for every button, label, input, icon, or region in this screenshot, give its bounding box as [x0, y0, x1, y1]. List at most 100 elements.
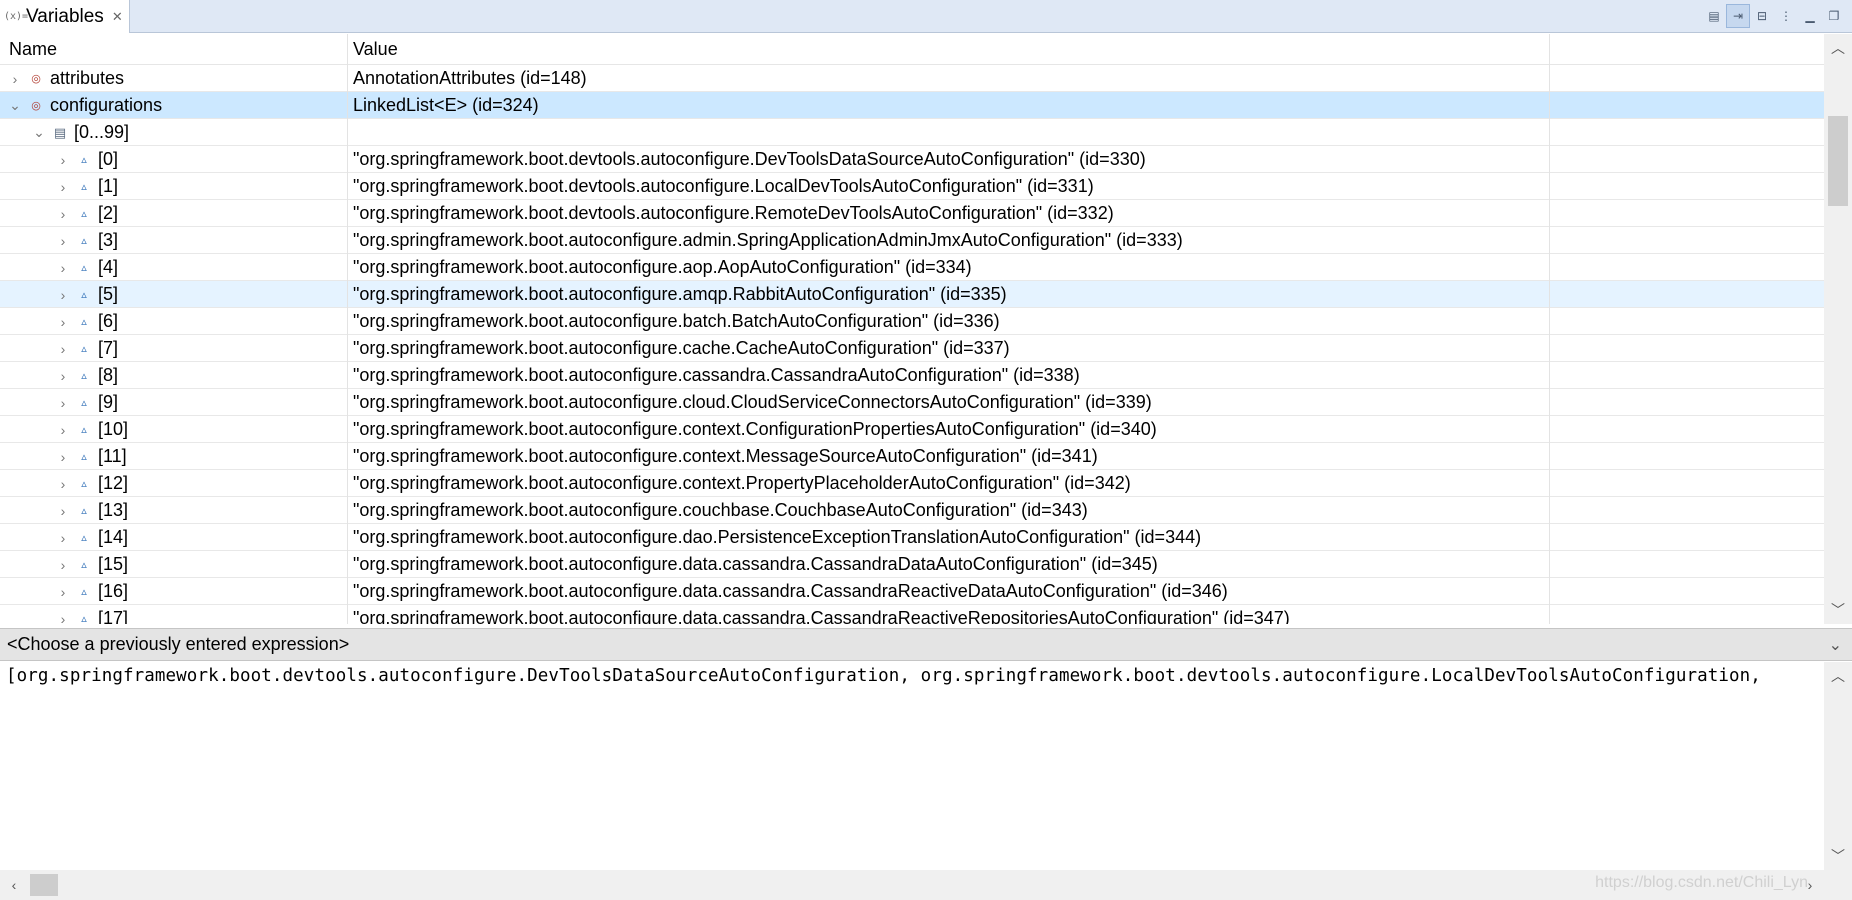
minimize-icon[interactable]: ▁	[1798, 4, 1822, 28]
element-icon: ▵	[81, 262, 87, 274]
variable-name: [12]	[98, 473, 129, 493]
chevron-right-icon[interactable]: ›	[56, 584, 70, 600]
chevron-down-icon[interactable]: ⌄	[32, 124, 46, 141]
maximize-icon[interactable]: ❐	[1822, 4, 1846, 28]
chevron-right-icon[interactable]: ›	[56, 287, 70, 303]
variables-tree[interactable]: Name Value › ◎ attributes AnnotationAttribu…	[0, 34, 1824, 624]
detail-pane[interactable]: [org.springframework.boot.devtools.autoc…	[0, 662, 1824, 870]
cell-extra	[1550, 308, 1824, 335]
chevron-right-icon[interactable]: ›	[56, 530, 70, 546]
table-header: Name Value	[0, 34, 1824, 65]
chevron-right-icon[interactable]: ›	[56, 503, 70, 519]
show-logical-structure-icon[interactable]: ⇥	[1726, 4, 1750, 28]
table-row[interactable]: › ▵ [11] "org.springframework.boot.autoconf…	[0, 443, 1824, 470]
cell-value: "org.springframework.boot.devtools.autoc…	[348, 173, 1550, 200]
cell-extra	[1550, 416, 1824, 443]
cell-name: › ▵ [9]	[0, 389, 348, 416]
cell-value: "org.springframework.boot.autoconfigure.…	[348, 524, 1550, 551]
chevron-right-icon[interactable]: ›	[56, 449, 70, 465]
view-toolbar: ▤ ⇥ ⊟ ⋮ ▁ ❐	[1702, 3, 1846, 29]
chevron-right-icon[interactable]: ›	[56, 233, 70, 249]
cell-name: › ◎ attributes	[0, 65, 348, 92]
variable-name: configurations	[50, 95, 163, 115]
cell-extra	[1550, 335, 1824, 362]
column-header-value[interactable]: Value	[348, 34, 1550, 65]
table-row[interactable]: › ▵ [8] "org.springframework.boot.autoconfi…	[0, 362, 1824, 389]
cell-name: › ▵ [0]	[0, 146, 348, 173]
table-row[interactable]: › ▵ [7] "org.springframework.boot.autoconfi…	[0, 335, 1824, 362]
scroll-up-icon[interactable]: ︿	[1824, 34, 1852, 62]
show-type-names-icon[interactable]: ▤	[1702, 4, 1726, 28]
cell-extra	[1550, 200, 1824, 227]
scroll-down-icon[interactable]: ﹀	[1824, 842, 1852, 870]
cell-name: › ▵ [8]	[0, 362, 348, 389]
chevron-right-icon[interactable]: ›	[56, 476, 70, 492]
cell-value: "org.springframework.boot.autoconfigure.…	[348, 497, 1550, 524]
cell-name: › ▵ [4]	[0, 254, 348, 281]
chevron-right-icon[interactable]: ›	[56, 179, 70, 195]
scroll-up-icon[interactable]: ︿	[1824, 662, 1852, 690]
cell-extra	[1550, 173, 1824, 200]
detail-vertical-scrollbar[interactable]: ︿ ﹀	[1824, 662, 1852, 870]
cell-value: LinkedList<E> (id=324)	[348, 92, 1550, 119]
cell-name: › ▵ [3]	[0, 227, 348, 254]
element-icon: ▵	[81, 370, 87, 382]
variables-view-icon: (x)=	[4, 11, 29, 22]
chevron-down-icon[interactable]: ⌄	[8, 97, 22, 114]
table-row[interactable]: › ▵ [4] "org.springframework.boot.autoconfi…	[0, 254, 1824, 281]
chevron-right-icon[interactable]: ›	[56, 368, 70, 384]
view-menu-icon[interactable]: ⋮	[1774, 4, 1798, 28]
chevron-right-icon[interactable]: ›	[56, 395, 70, 411]
table-row[interactable]: › ▵ [6] "org.springframework.boot.autoconfi…	[0, 308, 1824, 335]
cell-name: › ▵ [1]	[0, 173, 348, 200]
chevron-right-icon[interactable]: ›	[56, 611, 70, 625]
chevron-right-icon[interactable]: ›	[56, 422, 70, 438]
chevron-right-icon[interactable]: ›	[56, 152, 70, 168]
table-row[interactable]: ⌄ ▤ [0...99]	[0, 119, 1824, 146]
table-row[interactable]: › ▵ [2] "org.springframework.boot.devtools.…	[0, 200, 1824, 227]
chevron-right-icon[interactable]: ›	[56, 206, 70, 222]
element-icon: ▵	[81, 424, 87, 436]
scroll-thumb[interactable]	[1828, 116, 1848, 206]
variable-name: [0]	[98, 149, 119, 169]
close-icon[interactable]: ✕	[112, 9, 123, 25]
chevron-right-icon[interactable]: ›	[56, 314, 70, 330]
cell-name: › ▵ [17]	[0, 605, 348, 624]
table-row[interactable]: › ▵ [16] "org.springframework.boot.autoconf…	[0, 578, 1824, 605]
table-row[interactable]: › ▵ [17] "org.springframework.boot.autoconf…	[0, 605, 1824, 624]
table-row[interactable]: › ▵ [14] "org.springframework.boot.autoconf…	[0, 524, 1824, 551]
table-row[interactable]: › ▵ [0] "org.springframework.boot.devtools.…	[0, 146, 1824, 173]
cell-extra	[1550, 119, 1824, 146]
column-header-empty	[1550, 34, 1824, 65]
cell-name: › ▵ [5]	[0, 281, 348, 308]
table-row[interactable]: › ▵ [1] "org.springframework.boot.devtools.…	[0, 173, 1824, 200]
chevron-right-icon[interactable]: ›	[56, 260, 70, 276]
table-row[interactable]: ⌄ ◎ configurations LinkedList<E> (id=324)	[0, 92, 1824, 119]
cell-name: › ▵ [13]	[0, 497, 348, 524]
table-row[interactable]: › ▵ [9] "org.springframework.boot.autoconfi…	[0, 389, 1824, 416]
expression-combo[interactable]: <Choose a previously entered expression>…	[0, 628, 1852, 661]
cell-value: "org.springframework.boot.autoconfigure.…	[348, 281, 1550, 308]
array-partition-icon: ▤	[53, 124, 67, 140]
tab-variables[interactable]: (x)= Variables ✕	[0, 0, 130, 33]
scroll-down-icon[interactable]: ﹀	[1824, 596, 1852, 624]
table-row[interactable]: › ▵ [15] "org.springframework.boot.autoconf…	[0, 551, 1824, 578]
chevron-down-icon[interactable]: ⌄	[1829, 635, 1842, 655]
table-row[interactable]: › ▵ [12] "org.springframework.boot.autoconf…	[0, 470, 1824, 497]
table-row[interactable]: › ◎ attributes AnnotationAttributes (id=148…	[0, 65, 1824, 92]
detail-horizontal-scrollbar[interactable]: ‹ › https://blog.csdn.net/Chili_Lyn	[0, 870, 1824, 900]
table-row[interactable]: › ▵ [13] "org.springframework.boot.autoconf…	[0, 497, 1824, 524]
column-header-name[interactable]: Name	[0, 34, 348, 65]
chevron-right-icon[interactable]: ›	[56, 557, 70, 573]
collapse-all-icon[interactable]: ⊟	[1750, 4, 1774, 28]
cell-name: ⌄ ▤ [0...99]	[0, 119, 348, 146]
table-row[interactable]: › ▵ [10] "org.springframework.boot.autoconf…	[0, 416, 1824, 443]
chevron-right-icon[interactable]: ›	[56, 341, 70, 357]
cell-extra	[1550, 551, 1824, 578]
scroll-left-icon[interactable]: ‹	[0, 870, 28, 900]
table-row[interactable]: › ▵ [3] "org.springframework.boot.autoconfi…	[0, 227, 1824, 254]
chevron-right-icon[interactable]: ›	[8, 71, 22, 87]
scroll-thumb[interactable]	[30, 874, 58, 896]
table-row[interactable]: › ▵ [5] "org.springframework.boot.autoconfi…	[0, 281, 1824, 308]
tree-vertical-scrollbar[interactable]: ︿ ﹀	[1824, 34, 1852, 624]
